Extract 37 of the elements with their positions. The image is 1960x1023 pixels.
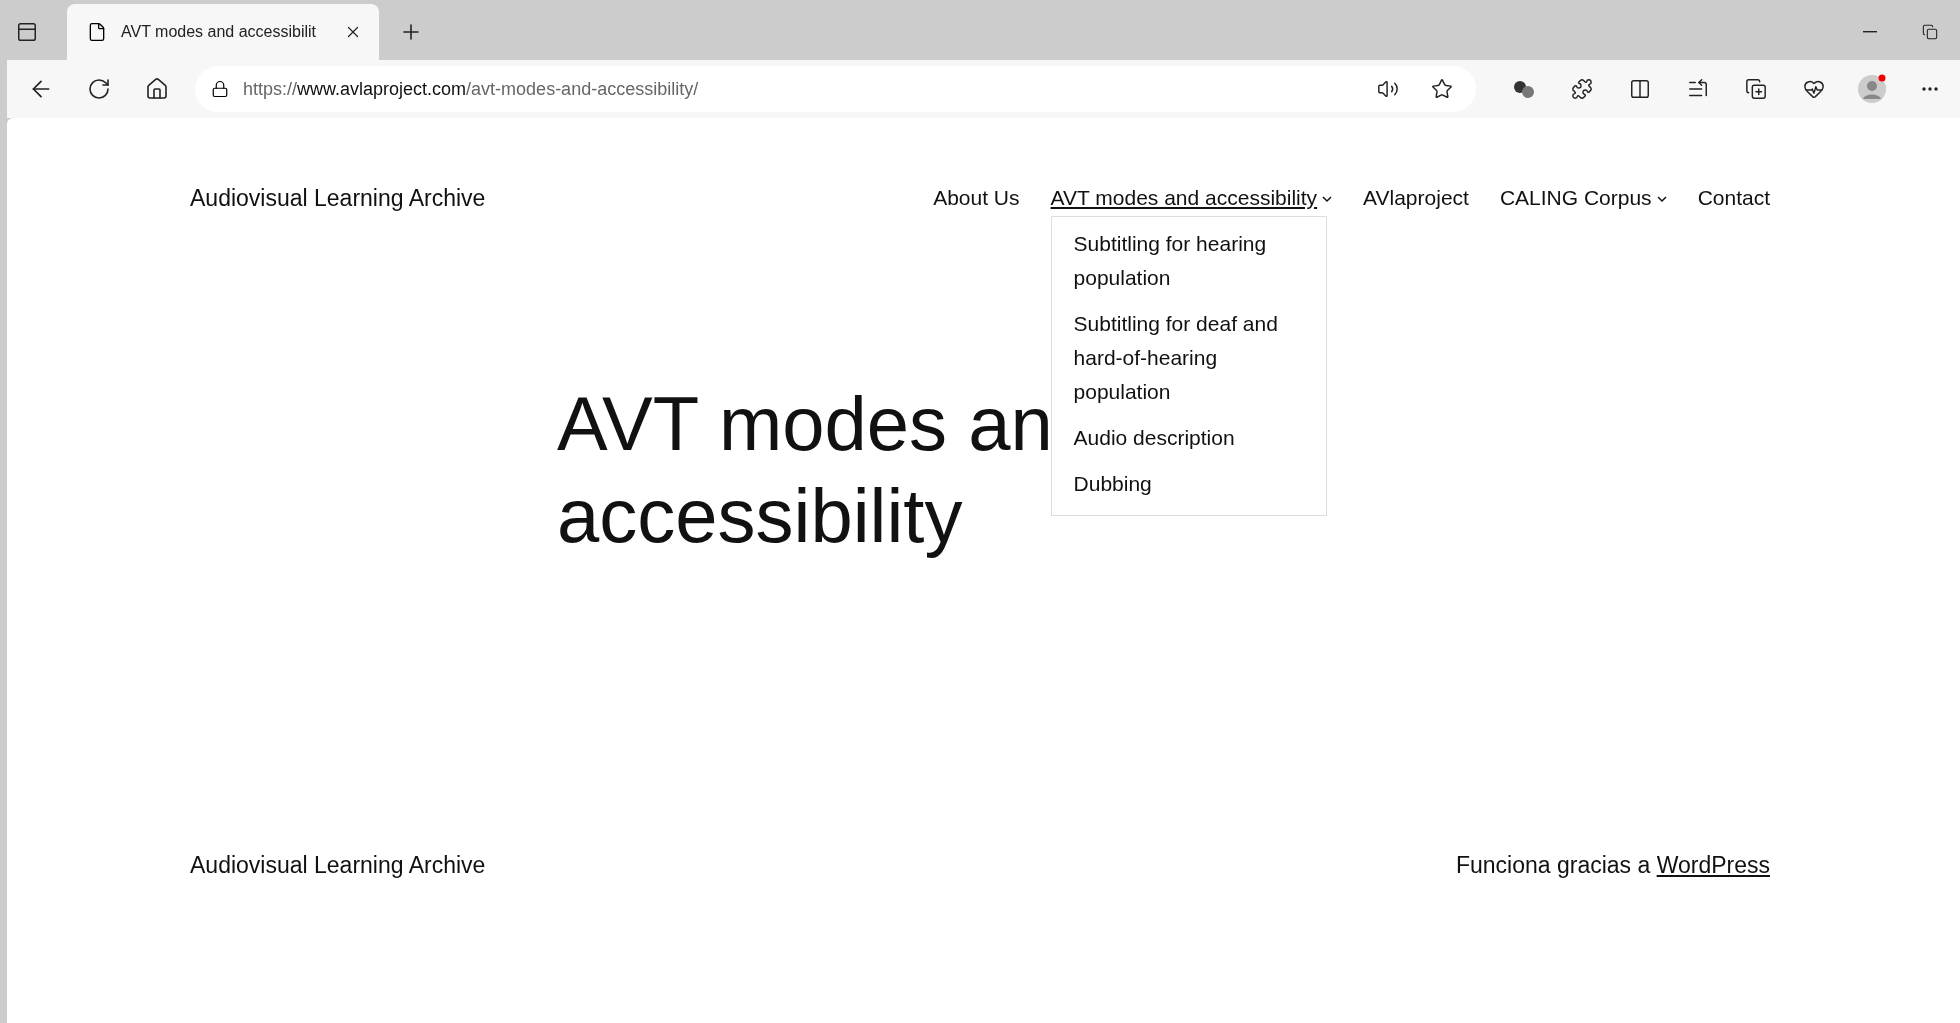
- more-icon: [1922, 87, 1938, 91]
- site-title: Audiovisual Learning Archive: [190, 184, 486, 212]
- dropdown-item[interactable]: Audio description: [1051, 415, 1326, 461]
- home-icon: [145, 77, 169, 101]
- nav-link[interactable]: About Us: [933, 186, 1020, 210]
- address-bar[interactable]: https://www.avlaproject.com/avt-modes-and-accessibility/: [195, 66, 1476, 112]
- read-aloud-icon: [1377, 78, 1399, 100]
- page-heading-line: accessibility: [557, 472, 963, 560]
- lock-icon: [211, 80, 229, 98]
- dropdown-item[interactable]: Subtitling for deaf and hard-of-hearing population: [1051, 301, 1326, 415]
- puzzle-icon: [1571, 78, 1593, 100]
- nav-link[interactable]: AVT modes and accessibility: [1050, 186, 1333, 210]
- spheres-icon: [1512, 79, 1536, 99]
- heart-pulse-icon: [1803, 78, 1825, 100]
- page-icon: [87, 22, 107, 42]
- panel-icon: [16, 21, 38, 43]
- restore-icon: [1922, 24, 1938, 40]
- wordpress-link[interactable]: WordPress: [1656, 852, 1770, 878]
- dropdown-item[interactable]: Subtitling for hearing population: [1051, 221, 1326, 301]
- page-heading-line: AVT modes an: [557, 380, 1053, 468]
- chevron-down-icon: [1656, 195, 1667, 203]
- tab-title: AVT modes and accessibilit: [121, 23, 318, 41]
- avatar-icon: [1857, 74, 1887, 104]
- minimize-icon: [1863, 31, 1877, 33]
- star-icon: [1431, 78, 1453, 100]
- footer-site-title: Audiovisual Learning Archive: [190, 852, 486, 879]
- dropdown-item[interactable]: Dubbing: [1051, 461, 1326, 507]
- collections-icon: [1745, 78, 1767, 100]
- browser-tab[interactable]: AVT modes and accessibilit: [67, 4, 379, 60]
- nav-link[interactable]: Contact: [1697, 186, 1770, 210]
- nav-link[interactable]: CALING Corpus: [1499, 186, 1667, 210]
- chevron-down-icon: [1322, 195, 1333, 203]
- split-screen-icon: [1629, 78, 1651, 100]
- credit-text: Funciona gracias a WordPress: [1455, 852, 1770, 879]
- reload-icon: [87, 77, 111, 101]
- url-text: https://www.avlaproject.com/avt-modes-and-accessibility/: [243, 78, 700, 100]
- nav-link[interactable]: AVlaproject: [1363, 186, 1469, 210]
